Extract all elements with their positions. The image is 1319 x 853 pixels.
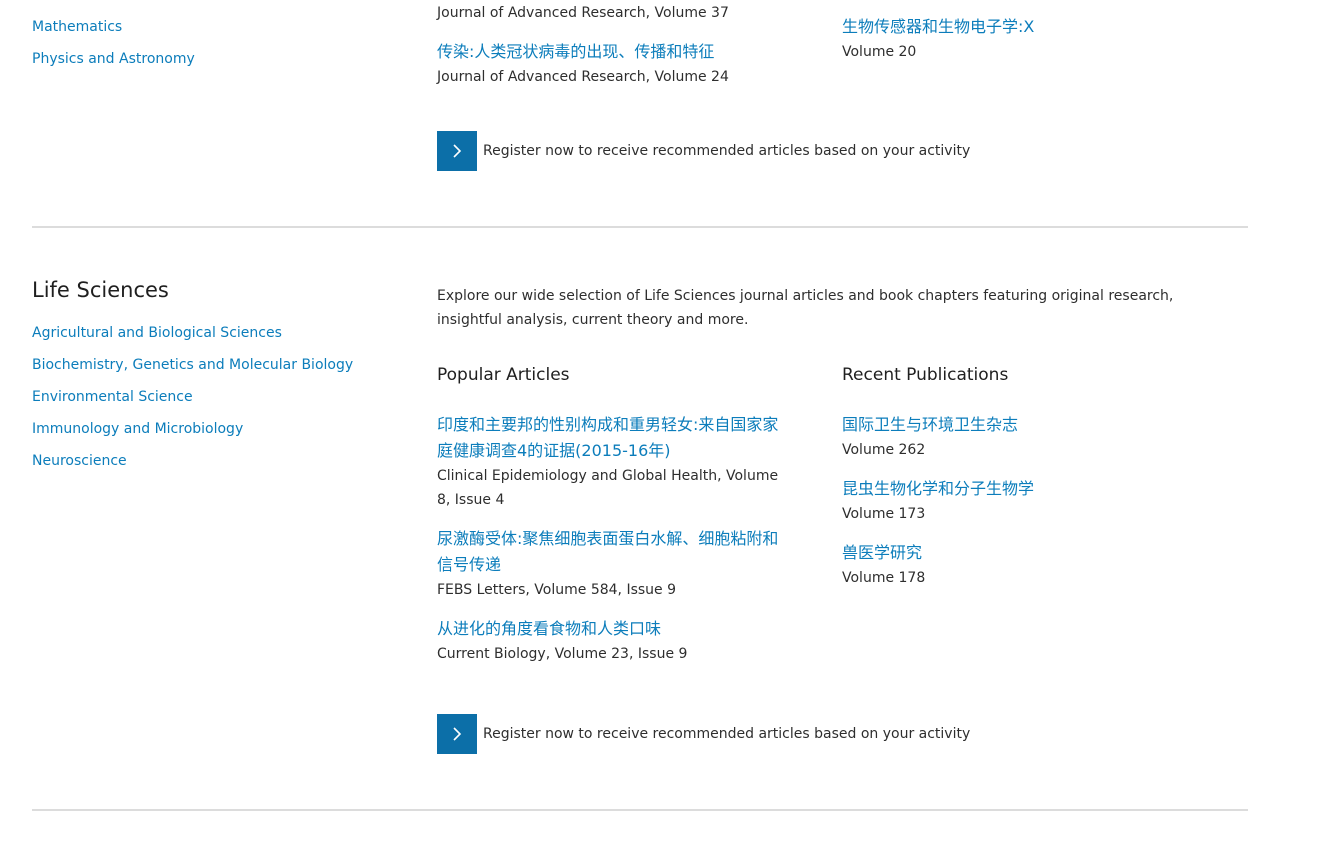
article-meta: Clinical Epidemiology and Global Health,… bbox=[437, 468, 779, 508]
article-link[interactable]: 传染:人类冠状病毒的出现、传播和特征 bbox=[437, 39, 797, 65]
chevron-right-icon bbox=[453, 144, 462, 158]
popular-articles-heading: Popular Articles bbox=[437, 365, 570, 385]
list-item: 兽医学研究 Volume 178 bbox=[842, 540, 1222, 590]
subject-link-immunology[interactable]: Immunology and Microbiology bbox=[32, 418, 412, 450]
register-button[interactable] bbox=[437, 714, 477, 754]
top-subject-list: Mathematics Physics and Astronomy bbox=[32, 16, 195, 80]
register-prompt: Register now to receive recommended arti… bbox=[437, 714, 970, 754]
subject-link-physics-astronomy[interactable]: Physics and Astronomy bbox=[32, 48, 195, 80]
list-item: 尿激酶受体:聚焦细胞表面蛋白水解、细胞粘附和信号传递 FEBS Letters,… bbox=[437, 526, 792, 602]
subject-link-environmental[interactable]: Environmental Science bbox=[32, 386, 412, 418]
article-link[interactable]: 从进化的角度看食物和人类口味 bbox=[437, 616, 792, 642]
subject-link-mathematics[interactable]: Mathematics bbox=[32, 16, 195, 48]
section-title: Life Sciences bbox=[32, 278, 169, 302]
subject-link-neuroscience[interactable]: Neuroscience bbox=[32, 450, 412, 482]
list-item: 印度和主要邦的性别构成和重男轻女:来自国家家庭健康调查4的证据(2015-16年… bbox=[437, 412, 792, 512]
register-text: Register now to receive recommended arti… bbox=[483, 143, 971, 159]
top-popular-articles: Journal of Advanced Research, Volume 37 … bbox=[437, 1, 797, 89]
article-meta: Current Biology, Volume 23, Issue 9 bbox=[437, 646, 688, 662]
article-link[interactable]: 尿激酶受体:聚焦细胞表面蛋白水解、细胞粘附和信号传递 bbox=[437, 526, 792, 578]
article-link[interactable]: 印度和主要邦的性别构成和重男轻女:来自国家家庭健康调查4的证据(2015-16年… bbox=[437, 412, 792, 464]
register-button[interactable] bbox=[437, 131, 477, 171]
publication-link[interactable]: 国际卫生与环境卫生杂志 bbox=[842, 412, 1222, 438]
publication-meta: Volume 262 bbox=[842, 442, 926, 458]
list-item: 传染:人类冠状病毒的出现、传播和特征 Journal of Advanced R… bbox=[437, 39, 797, 89]
subject-link-biochemistry[interactable]: Biochemistry, Genetics and Molecular Bio… bbox=[32, 354, 412, 386]
register-prompt: Register now to receive recommended arti… bbox=[437, 131, 970, 171]
publication-link[interactable]: 生物传感器和生物电子学:X bbox=[842, 14, 1222, 40]
recent-publications-heading: Recent Publications bbox=[842, 365, 1009, 385]
article-meta: FEBS Letters, Volume 584, Issue 9 bbox=[437, 582, 677, 598]
subject-link-agricultural[interactable]: Agricultural and Biological Sciences bbox=[32, 322, 412, 354]
section-divider bbox=[32, 809, 1248, 811]
chevron-right-icon bbox=[453, 727, 462, 741]
publication-meta: Volume 20 bbox=[842, 44, 917, 60]
section-description: Explore our wide selection of Life Scien… bbox=[437, 288, 1174, 328]
list-item: 国际卫生与环境卫生杂志 Volume 262 bbox=[842, 412, 1222, 462]
register-text: Register now to receive recommended arti… bbox=[483, 726, 971, 742]
article-meta: Journal of Advanced Research, Volume 37 bbox=[437, 5, 729, 21]
publication-link[interactable]: 兽医学研究 bbox=[842, 540, 1222, 566]
popular-articles: Popular Articles 印度和主要邦的性别构成和重男轻女:来自国家家庭… bbox=[437, 365, 792, 680]
recent-publications: Recent Publications 国际卫生与环境卫生杂志 Volume 2… bbox=[842, 365, 1222, 604]
life-sciences-sidebar: Life Sciences Agricultural and Biologica… bbox=[32, 278, 412, 482]
publication-link[interactable]: 昆虫生物化学和分子生物学 bbox=[842, 476, 1222, 502]
section-divider bbox=[32, 226, 1248, 228]
publication-meta: Volume 173 bbox=[842, 506, 926, 522]
publication-meta: Volume 178 bbox=[842, 570, 926, 586]
article-meta: Journal of Advanced Research, Volume 24 bbox=[437, 69, 729, 85]
list-item: 昆虫生物化学和分子生物学 Volume 173 bbox=[842, 476, 1222, 526]
top-recent-publications: 生物传感器和生物电子学:X Volume 20 bbox=[842, 14, 1222, 64]
list-item: 从进化的角度看食物和人类口味 Current Biology, Volume 2… bbox=[437, 616, 792, 666]
